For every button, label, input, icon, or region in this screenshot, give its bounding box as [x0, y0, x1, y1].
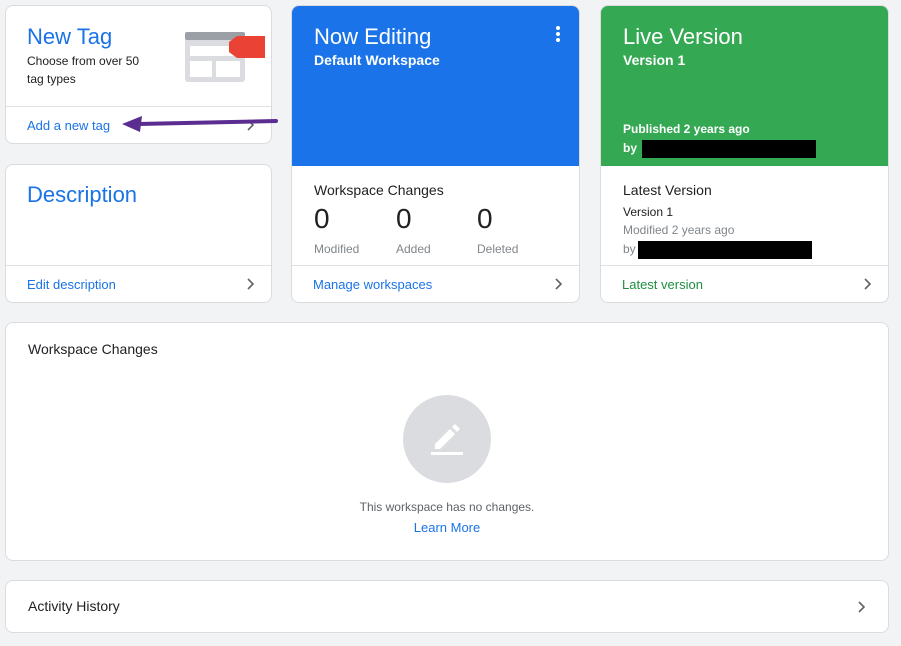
published-time: Published 2 years ago: [623, 122, 750, 136]
stat-value: 0: [396, 203, 412, 234]
now-editing-title: Now Editing: [314, 24, 432, 49]
new-tag-subtitle: Choose from over 50 tag types: [27, 54, 140, 86]
workspace-changes-panel: Workspace Changes This workspace has no …: [5, 322, 889, 561]
edit-description-link[interactable]: Edit description: [6, 265, 271, 302]
latest-modified-time: Modified 2 years ago: [623, 223, 735, 237]
redacted-author: [642, 140, 817, 158]
live-version-header: Live Version Version 1 Published 2 years…: [601, 6, 888, 166]
stat-label: Deleted: [477, 242, 519, 256]
empty-state-text: This workspace has no changes.: [359, 500, 535, 514]
edit-pencil-icon: [403, 395, 491, 483]
chevron-right-icon: [551, 277, 565, 291]
by-label: by: [623, 242, 636, 257]
new-tag-title[interactable]: New Tag: [27, 24, 112, 50]
latest-version-number: Version 1: [623, 205, 674, 219]
latest-version-label[interactable]: Latest version: [622, 277, 703, 292]
add-new-tag-label[interactable]: Add a new tag: [27, 118, 110, 133]
redacted-author: [638, 241, 813, 259]
live-version-card: Live Version Version 1 Published 2 years…: [600, 5, 889, 303]
manage-workspaces-label[interactable]: Manage workspaces: [313, 277, 432, 292]
stat-label: Added: [396, 242, 431, 256]
learn-more-link[interactable]: Learn More: [6, 520, 888, 535]
chevron-right-icon: [854, 600, 868, 614]
live-version-title: Live Version: [623, 24, 743, 49]
stat-added: 0 Added: [396, 203, 431, 257]
stat-value: 0: [477, 203, 493, 234]
latest-version-link[interactable]: Latest version: [601, 265, 888, 302]
description-title: Description: [27, 182, 138, 207]
now-editing-header: Now Editing Default Workspace: [292, 6, 579, 166]
workspace-changes-title: Workspace Changes: [28, 341, 158, 357]
published-by: by: [623, 140, 817, 158]
manage-workspaces-link[interactable]: Manage workspaces: [292, 265, 579, 302]
by-label: by: [623, 141, 638, 156]
chevron-right-icon: [243, 277, 257, 291]
tag-illustration-icon: [185, 28, 267, 82]
stat-label: Modified: [314, 242, 360, 256]
workspace-changes-label: Workspace Changes: [314, 182, 444, 198]
edit-description-label[interactable]: Edit description: [27, 277, 116, 292]
activity-history-row[interactable]: Activity History: [5, 580, 889, 633]
workspace-name: Default Workspace: [314, 52, 440, 68]
activity-history-title: Activity History: [28, 598, 120, 614]
chevron-right-icon: [860, 277, 874, 291]
live-version-number: Version 1: [623, 52, 686, 68]
now-editing-card: Now Editing Default Workspace Workspace …: [291, 5, 580, 303]
description-card: Description Edit description: [5, 164, 272, 303]
more-options-icon[interactable]: [555, 26, 561, 44]
latest-modified-by: by: [623, 241, 813, 259]
stat-value: 0: [314, 203, 330, 234]
stat-modified: 0 Modified: [314, 203, 360, 257]
annotation-arrow-icon: [122, 116, 278, 132]
latest-version-title: Latest Version: [623, 182, 712, 198]
stat-deleted: 0 Deleted: [477, 203, 519, 257]
